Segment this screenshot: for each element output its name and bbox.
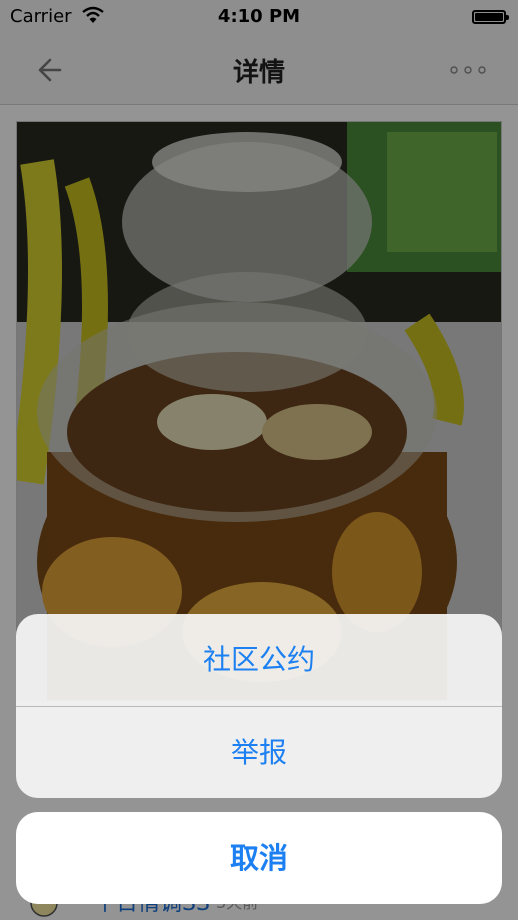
community-rules-button[interactable]: 社区公约 — [16, 614, 502, 706]
report-button[interactable]: 举报 — [16, 707, 502, 798]
action-sheet: 社区公约 举报 — [16, 614, 502, 798]
cancel-button[interactable]: 取消 — [16, 812, 502, 904]
